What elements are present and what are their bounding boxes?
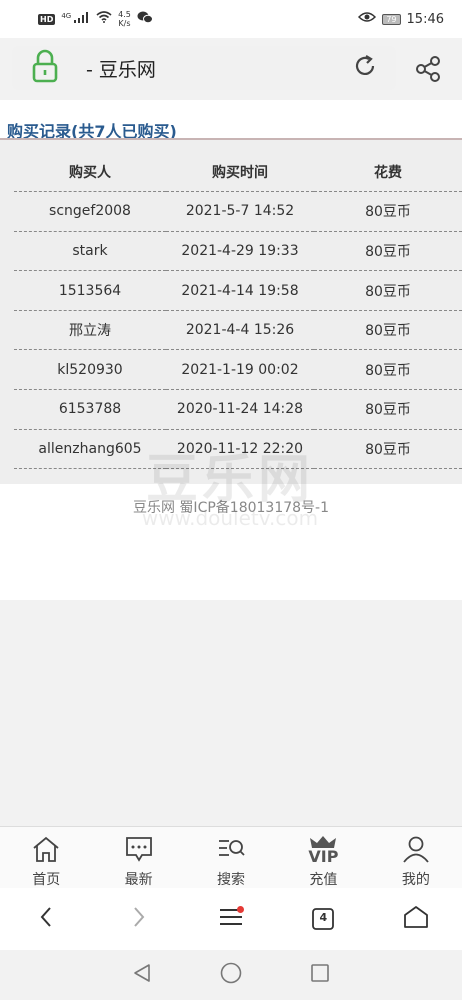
column-header-cost: 花费 (314, 152, 462, 193)
nav-label-recharge: 充值 (309, 872, 338, 888)
status-time: 15:46 (406, 11, 444, 27)
cost-cell: 80豆币 (314, 429, 462, 470)
watermark-logo-text: 豆乐网 (145, 450, 314, 510)
column-header-buyer: 购买人 (14, 152, 166, 193)
buyer-cell: 1513564 (14, 270, 166, 311)
chevron-left-icon (39, 906, 53, 932)
wechat-icon (137, 11, 153, 28)
time-cell: 2021-4-4 15:26 (166, 310, 314, 351)
chevron-right-icon (132, 906, 146, 932)
cost-cell: 80豆币 (314, 231, 462, 272)
table-header-row: 购买人 购买时间 花费 (14, 152, 462, 193)
buyer-cell: 邢立涛 (14, 310, 166, 351)
signal-icon: 4G (61, 12, 90, 26)
nav-item-recharge[interactable]: VIP 充值 (277, 827, 369, 888)
lock-icon (30, 49, 86, 87)
purchase-table-area: 购买人 购买时间 花费 scngef2008 2021-5-7 14:52 80… (0, 140, 462, 484)
back-button[interactable] (21, 894, 71, 944)
nav-item-search[interactable]: 搜索 (185, 827, 277, 888)
cost-cell: 80豆币 (314, 389, 462, 430)
cost-cell: 80豆币 (314, 349, 462, 391)
address-bar[interactable]: - 豆乐网 (12, 46, 396, 90)
table-row: scngef2008 2021-5-7 14:52 80豆币 (14, 191, 462, 232)
system-nav-bar (0, 950, 462, 1000)
nav-label-latest: 最新 (124, 872, 153, 888)
status-left: HD 4G 4.5 K/s (38, 10, 153, 28)
house-icon (403, 905, 429, 933)
cost-cell: 80豆币 (314, 310, 462, 351)
tab-count: 4 (319, 911, 328, 924)
status-bar: HD 4G 4.5 K/s 79 15:46 (0, 0, 462, 38)
time-cell: 2021-4-14 19:58 (166, 270, 314, 311)
table-row: kl520930 2021-1-19 00:02 80豆币 (14, 349, 462, 391)
nav-label-mine: 我的 (401, 872, 430, 888)
browser-toolbar: 4 (0, 888, 462, 950)
table-row: 6153788 2020-11-24 14:28 80豆币 (14, 389, 462, 430)
hd-badge: HD (38, 13, 56, 25)
nav-item-latest[interactable]: 最新 (92, 827, 184, 888)
nav-label-search: 搜索 (217, 872, 246, 888)
watermark-url: www.douletv.com (141, 506, 319, 530)
nav-item-home[interactable]: 首页 (0, 827, 92, 888)
notification-dot (236, 906, 244, 913)
system-home-icon[interactable] (220, 962, 242, 988)
tabs-button[interactable]: 4 (298, 894, 348, 944)
status-right: 79 15:46 (358, 11, 444, 27)
buyer-cell: scngef2008 (14, 191, 166, 232)
table-row: 1513564 2021-4-14 19:58 80豆币 (14, 270, 462, 311)
address-text[interactable]: - 豆乐网 (86, 55, 352, 82)
forward-button[interactable] (114, 894, 164, 944)
system-recents-icon[interactable] (310, 963, 330, 987)
buyer-cell: stark (14, 231, 166, 272)
search-list-icon (216, 835, 246, 869)
eye-icon (358, 11, 377, 27)
time-cell: 2020-11-24 14:28 (166, 389, 314, 430)
column-header-time: 购买时间 (166, 152, 314, 193)
table-row: 邢立涛 2021-4-4 15:26 80豆币 (14, 310, 462, 351)
cost-cell: 80豆币 (314, 191, 462, 232)
site-watermark: 豆乐网 www.douletv.com (130, 452, 330, 528)
wifi-icon (96, 11, 112, 27)
site-bottom-nav: 首页 最新 搜索 VIP 充值 我的 (0, 826, 462, 888)
nav-label-home: 首页 (32, 872, 61, 888)
time-cell: 2021-5-7 14:52 (166, 191, 314, 232)
nav-item-mine[interactable]: 我的 (370, 827, 462, 888)
net-speed: 4.5 K/s (118, 10, 131, 28)
net-speed-unit: K/s (118, 19, 131, 28)
buyer-cell: kl520930 (14, 349, 166, 391)
purchase-table: 购买人 购买时间 花费 scngef2008 2021-5-7 14:52 80… (14, 152, 462, 470)
tabs-icon: 4 (312, 908, 335, 930)
menu-button[interactable] (206, 894, 256, 944)
table-row: stark 2021-4-29 19:33 80豆币 (14, 231, 462, 272)
network-type: 4G (61, 12, 72, 20)
vip-badge: VIP (308, 847, 339, 866)
time-cell: 2021-4-29 19:33 (166, 231, 314, 272)
home-page-button[interactable] (391, 894, 441, 944)
home-icon (31, 835, 61, 869)
battery-indicator: 79 (382, 13, 401, 25)
buyer-cell: 6153788 (14, 389, 166, 430)
user-icon (401, 835, 431, 869)
time-cell: 2021-1-19 00:02 (166, 349, 314, 391)
net-speed-value: 4.5 (118, 10, 131, 19)
refresh-icon[interactable] (352, 53, 378, 83)
cost-cell: 80豆币 (314, 270, 462, 311)
message-icon (124, 835, 154, 869)
system-back-icon[interactable] (132, 963, 152, 987)
